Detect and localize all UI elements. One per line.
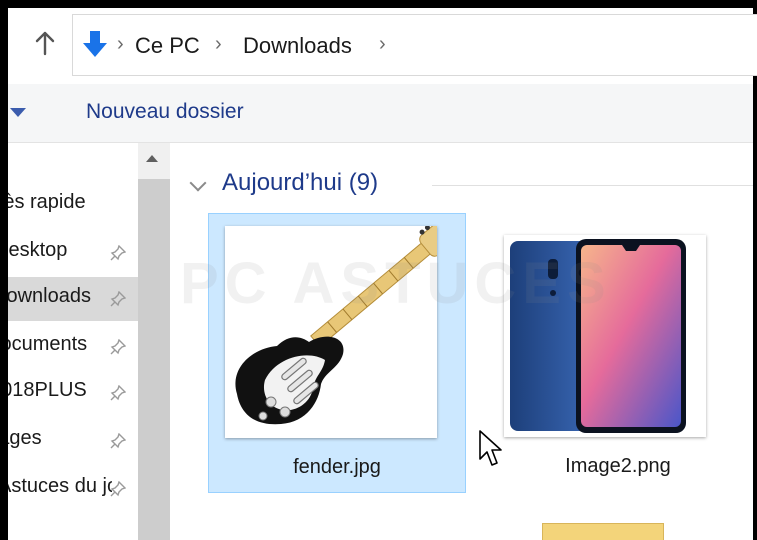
phone-icon [510,239,686,433]
scroll-up-arrow-icon[interactable] [146,155,158,162]
new-folder-button[interactable]: Nouveau dossier [86,100,244,124]
nav-item-label: Images [8,427,42,449]
nav-item-desktop[interactable]: Desktop [8,231,138,275]
file-tile-image2[interactable]: Image2.png [490,213,746,491]
nav-item-label: Astuces du jo [8,475,112,497]
pin-icon[interactable] [110,481,126,497]
file-name-label: Image2.png [565,455,671,477]
file-list-pane: Aujourd’hui (9) fender.jpg Image2.png [170,143,753,540]
file-tile-fender[interactable]: fender.jpg [208,213,466,493]
pin-icon[interactable] [110,245,126,261]
window-border-top [0,0,757,8]
address-bar[interactable]: › Ce PC › Downloads › [72,14,757,76]
nav-item-downloads[interactable]: Downloads [8,277,138,321]
pin-icon[interactable] [110,291,126,307]
command-bar: Nouveau dossier [8,84,753,143]
nav-scrollbar[interactable] [138,143,170,540]
window-border-right [753,0,757,540]
window-border-left [0,0,8,540]
navigation-pane: Accès rapide Desktop Downloads Documents… [8,143,138,540]
breadcrumb-separator[interactable]: › [117,33,124,56]
arrow-up-icon [35,31,55,56]
nav-item-label: Accès rapide [8,191,86,213]
scrollbar-thumb[interactable] [138,179,170,540]
breadcrumb-downloads[interactable]: Downloads [243,33,352,59]
up-button[interactable] [32,28,58,58]
pin-icon[interactable] [110,385,126,401]
nav-item-label: Desktop [8,239,68,261]
nav-item-images[interactable]: Images [8,419,138,463]
nav-item-label: Documents [8,333,88,355]
nav-item-2018plus[interactable]: 2018PLUS [8,371,138,415]
group-divider [432,185,753,186]
nav-item-documents[interactable]: Documents [8,325,138,369]
group-header[interactable]: Aujourd’hui (9) [222,169,378,197]
breadcrumb-separator[interactable]: › [215,33,222,56]
nav-item-astuces[interactable]: Astuces du jo [8,467,138,511]
breadcrumb-separator[interactable]: › [379,33,386,56]
pin-icon[interactable] [110,339,126,355]
guitar-icon [235,226,437,425]
guitar-thumbnail [225,226,437,438]
pin-icon[interactable] [110,433,126,449]
nav-item-label: Downloads [8,285,91,307]
breadcrumb-this-pc[interactable]: Ce PC [135,33,200,59]
file-name-label: fender.jpg [293,456,381,478]
nav-item-label: 2018PLUS [8,379,87,401]
phone-thumbnail [504,235,706,437]
chevron-down-icon[interactable] [189,174,207,192]
chevron-down-icon[interactable] [10,108,26,117]
nav-item-quick-access[interactable]: Accès rapide [8,183,138,227]
address-row: › Ce PC › Downloads › [8,8,757,76]
partial-thumbnail[interactable] [542,523,664,540]
download-arrow-icon [83,31,107,57]
